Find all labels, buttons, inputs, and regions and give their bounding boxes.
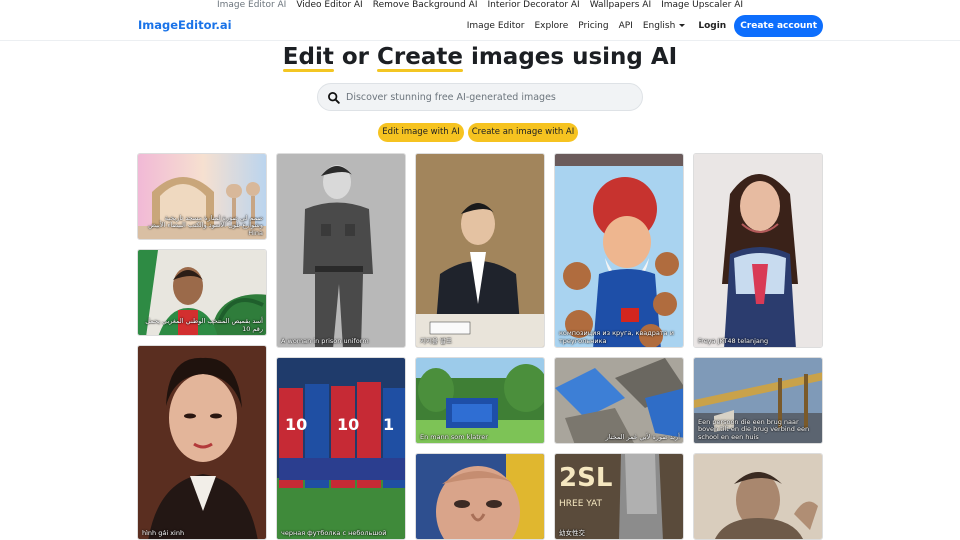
gallery-image xyxy=(694,154,822,347)
nav-link-api[interactable]: API xyxy=(614,15,638,37)
gallery-card[interactable]: Een persoon die een brug naar boven tilt… xyxy=(693,357,823,444)
login-link[interactable]: Login xyxy=(690,15,734,37)
gallery-image xyxy=(416,358,544,443)
gallery-caption: En mann som klatrer xyxy=(420,432,488,441)
edit-image-button[interactable]: Edit image with AI xyxy=(378,123,464,142)
create-account-button[interactable]: Create account xyxy=(734,15,823,37)
gallery-image xyxy=(555,358,683,443)
language-dropdown[interactable]: English xyxy=(638,15,691,37)
title-or: or xyxy=(333,44,377,70)
brand-logo[interactable]: ImageEditor.ai xyxy=(138,18,232,32)
nav-link-image-editor[interactable]: Image Editor xyxy=(462,15,530,37)
svg-text:10: 10 xyxy=(337,415,359,434)
svg-text:HREE YAT: HREE YAT xyxy=(559,499,603,509)
search-icon[interactable] xyxy=(327,91,341,105)
gallery-card[interactable]: A woman in prison uniform xyxy=(276,153,406,348)
product-link-interior-decorator[interactable]: Interior Decorator AI xyxy=(487,0,579,11)
gallery-caption: черная футболка с небольшой xyxy=(281,528,387,537)
gallery-caption: 지지율 발표 xyxy=(420,336,452,345)
product-link-remove-background[interactable]: Remove Background AI xyxy=(373,0,478,11)
gallery-card[interactable]: 2SL HREE YAT 幼女性交 xyxy=(554,453,684,540)
language-label: English xyxy=(642,21,676,31)
navbar: ImageEditor.ai Image Editor Explore Pric… xyxy=(0,11,960,41)
gallery-caption: Een persoon die een brug naar boven tilt… xyxy=(698,417,810,441)
product-link-video-editor[interactable]: Video Editor AI xyxy=(296,0,362,11)
gallery-caption: 幼女性交 xyxy=(559,528,585,537)
create-image-button[interactable]: Create an image with AI xyxy=(468,123,578,142)
gallery-image: 2SL HREE YAT xyxy=(555,454,683,539)
gallery-card[interactable]: أريد صورة لأبي غمر المختار xyxy=(554,357,684,444)
gallery-image xyxy=(416,154,544,347)
product-bar: Image Editor AI Video Editor AI Remove B… xyxy=(0,0,960,11)
gallery-card[interactable]: 10 10 1 черная футболка с небольшой xyxy=(276,357,406,540)
search-bar xyxy=(317,83,643,111)
gallery-card[interactable]: композиция из круга, квадрата и треуголь… xyxy=(554,153,684,348)
gallery-card[interactable]: أسد بقميص المنتخب الوطني المغربي يحمل رق… xyxy=(137,249,267,336)
gallery-caption: أسد بقميص المنتخب الوطني المغربي يحمل رق… xyxy=(145,317,263,333)
chevron-down-icon xyxy=(679,24,686,27)
nav-link-pricing[interactable]: Pricing xyxy=(573,15,613,37)
title-rest: images using AI xyxy=(462,44,678,70)
gallery-caption: Freya JKT48 telanjang xyxy=(698,336,769,345)
search-input[interactable] xyxy=(346,85,636,109)
gallery-caption: صمم لي صورة لمنارة مسجد تاريخية وشوارع ب… xyxy=(148,213,263,237)
gallery-image xyxy=(694,454,822,539)
gallery-caption: композиция из круга, квадрата и треуголь… xyxy=(559,329,674,345)
gallery-card[interactable] xyxy=(415,453,545,540)
svg-text:1: 1 xyxy=(383,415,394,434)
gallery-image xyxy=(555,154,683,347)
gallery-card[interactable] xyxy=(693,453,823,540)
gallery-caption: A woman in prison uniform xyxy=(281,336,369,345)
gallery-card[interactable]: hình gái xinh xyxy=(137,345,267,540)
title-highlight-create: Create xyxy=(377,44,463,72)
nav-link-explore[interactable]: Explore xyxy=(529,15,573,37)
gallery-card[interactable]: صمم لي صورة لمنارة مسجد تاريخية وشوارع ب… xyxy=(137,153,267,240)
svg-text:2SL: 2SL xyxy=(559,463,612,493)
product-link-image-upscaler[interactable]: Image Upscaler AI xyxy=(661,0,743,11)
gallery-card[interactable]: En mann som klatrer xyxy=(415,357,545,444)
product-link-image-editor[interactable]: Image Editor AI xyxy=(217,0,286,11)
gallery-card[interactable]: Freya JKT48 telanjang xyxy=(693,153,823,348)
product-link-wallpapers[interactable]: Wallpapers AI xyxy=(590,0,651,11)
gallery-caption: أريد صورة لأبي غمر المختار xyxy=(605,432,680,441)
nav-links: Image Editor Explore Pricing API English… xyxy=(462,15,823,37)
title-highlight-edit: Edit xyxy=(282,44,334,72)
gallery-card[interactable]: 지지율 발표 xyxy=(415,153,545,348)
gallery-image: 10 10 1 xyxy=(277,358,405,539)
gallery-caption: hình gái xinh xyxy=(142,528,185,537)
svg-text:10: 10 xyxy=(285,415,307,434)
gallery-image xyxy=(277,154,405,347)
gallery-image xyxy=(416,454,544,539)
gallery-image xyxy=(138,346,266,539)
page-title: Edit or Create images using AI xyxy=(0,44,960,72)
